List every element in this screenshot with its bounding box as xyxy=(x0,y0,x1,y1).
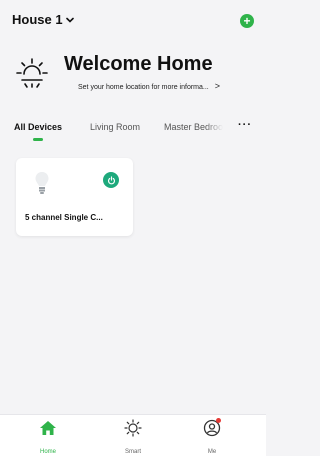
nav-me-label: Me xyxy=(207,449,217,455)
device-card[interactable]: 5 channel Single C... xyxy=(16,158,133,236)
nav-home[interactable]: Home xyxy=(28,419,68,455)
house-name: House 1 xyxy=(12,12,63,27)
plus-icon: + xyxy=(243,14,251,28)
header: House 1 + xyxy=(12,12,254,34)
notification-badge xyxy=(216,418,221,423)
sun-icon xyxy=(16,58,48,88)
active-tab-indicator xyxy=(33,138,43,141)
house-selector[interactable]: House 1 xyxy=(12,12,74,27)
location-prompt[interactable]: Set your home location for more informa.… xyxy=(78,82,220,92)
tab-all-devices[interactable]: All Devices xyxy=(14,122,62,132)
more-icon[interactable]: ··· xyxy=(238,119,252,131)
power-button[interactable] xyxy=(103,172,119,188)
tab-living-room[interactable]: Living Room xyxy=(90,122,140,132)
welcome-banner[interactable]: Welcome Home Set your home location for … xyxy=(14,52,258,96)
add-button[interactable]: + xyxy=(240,14,254,28)
tab-master-bedroom-label: Master Bedroo xyxy=(164,122,224,132)
nav-smart-label: Smart xyxy=(124,449,141,455)
tab-master-bedroom[interactable]: Master Bedroo xyxy=(164,120,240,138)
nav-me[interactable]: Me xyxy=(192,418,232,455)
nav-home-label: Home xyxy=(39,449,56,455)
home-icon xyxy=(40,421,56,435)
app-screen: House 1 + Welcome Home Set your home loc… xyxy=(0,0,266,456)
bottom-nav: Home Smart Me xyxy=(0,414,266,456)
nav-smart[interactable]: Smart xyxy=(113,419,153,455)
location-prompt-text: Set your home location for more informa.… xyxy=(78,84,209,91)
chevron-right-icon: > xyxy=(214,81,220,91)
lightbulb-icon xyxy=(35,172,49,194)
welcome-title: Welcome Home xyxy=(64,53,213,75)
sun-icon xyxy=(124,419,142,437)
room-tabs: All Devices Living Room Master Bedroo ··… xyxy=(14,119,258,144)
device-name: 5 channel Single C... xyxy=(25,213,103,222)
chevron-down-icon xyxy=(65,17,74,23)
power-icon xyxy=(107,175,115,184)
